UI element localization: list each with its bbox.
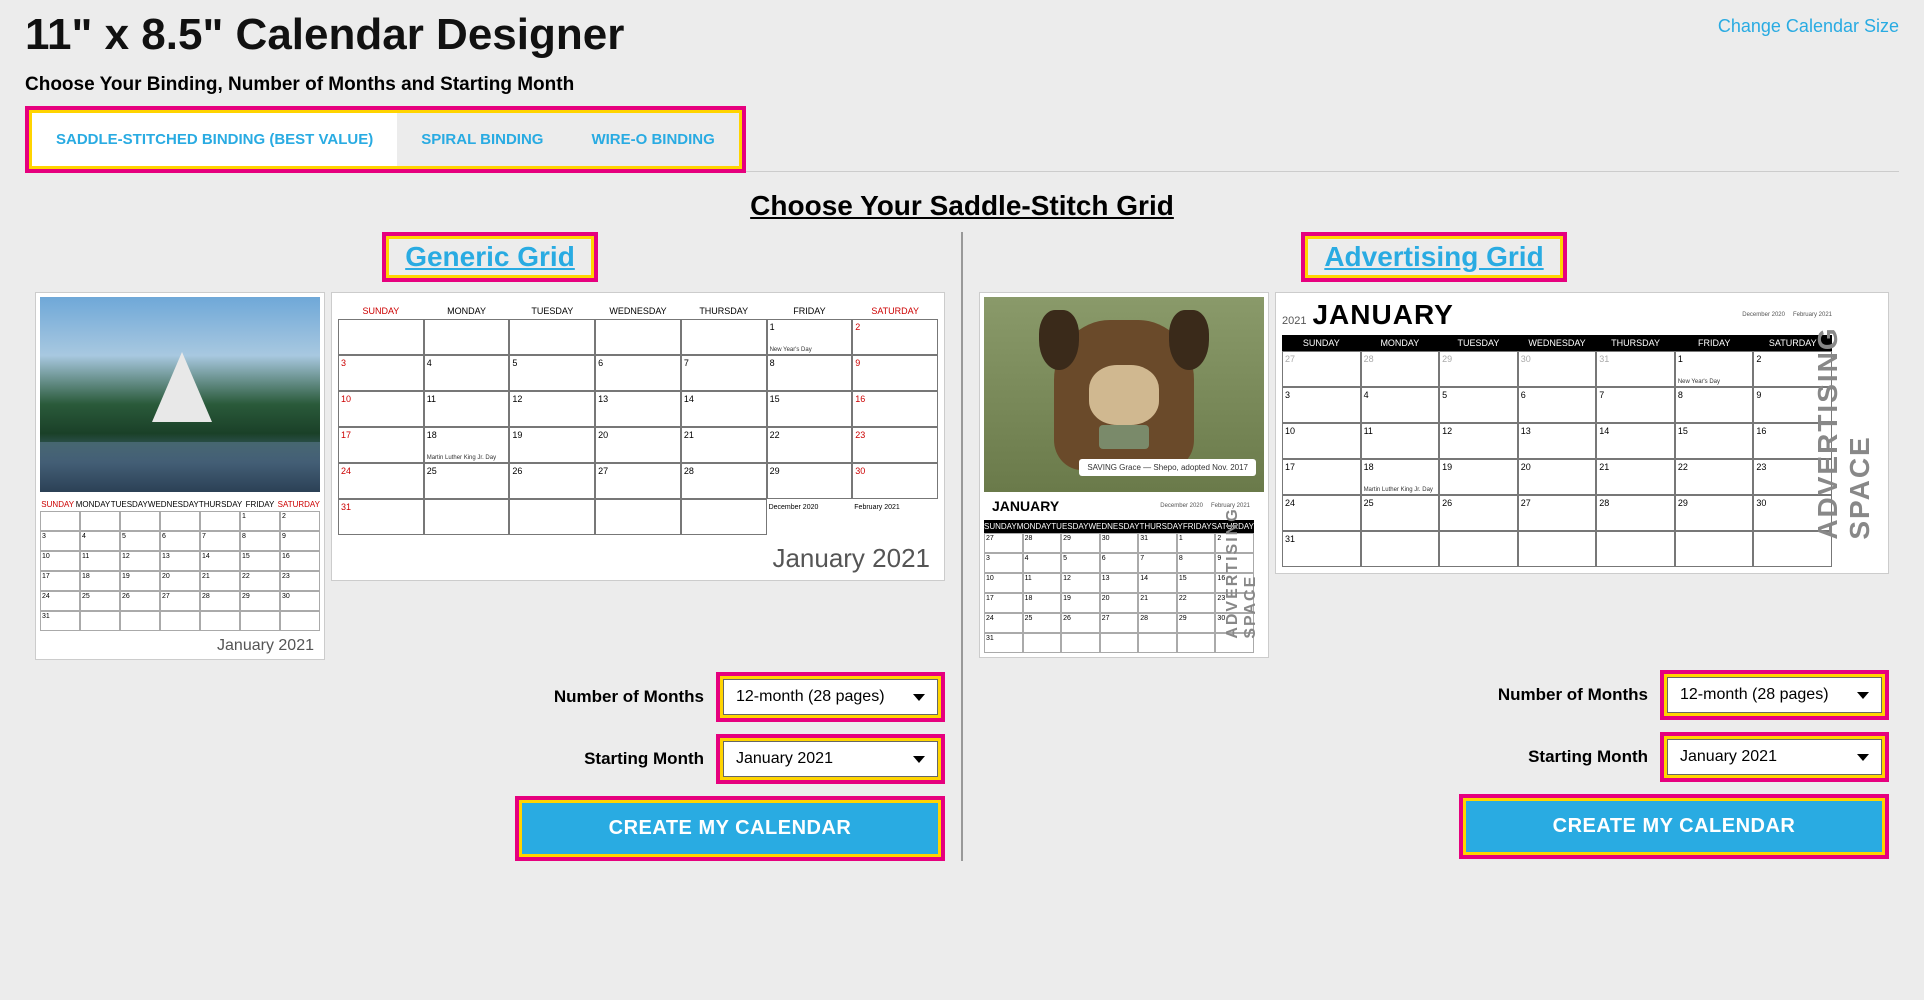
mini-month-label-black: JANUARY [988,494,1063,518]
start-month-select-adv[interactable]: January 2021 [1667,739,1882,775]
months-select[interactable]: 12-month (28 pages) [723,679,938,715]
mini-month-label: January 2021 [40,637,320,655]
start-month-select-highlight: January 2021 [716,734,945,784]
start-month-value: January 2021 [1680,748,1777,766]
months-select-adv[interactable]: 12-month (28 pages) [1667,677,1882,713]
mini-cal-grid-adv: 272829303112 3456789 10111213141516 1718… [984,533,1254,653]
day-header: SUNDAY [984,520,1017,533]
create-button-highlight: CREATE MY CALENDAR [515,796,945,861]
mountain-photo [40,297,320,492]
advertising-grid-column: Advertising Grid SAVING Grace — Shepo, a… [969,232,1899,861]
prev-month-tiny: December 2020 [1160,503,1203,509]
large-cal-grid-adv: 27282930311New Year's Day2 3456789 10111… [1282,351,1832,567]
ad-space-label-large: ADVERTISING SPACE [1812,326,1876,539]
months-select-value: 12-month (28 pages) [1680,686,1829,704]
day-header: SUNDAY [1282,335,1361,351]
day-header: WEDNESDAY [595,303,681,319]
day-header: MONDAY [1361,335,1440,351]
create-calendar-button-adv[interactable]: CREATE MY CALENDAR [1466,801,1882,852]
day-header: SUNDAY [338,303,424,319]
generic-grid-link[interactable]: Generic Grid [389,239,591,275]
day-header: THURSDAY [681,303,767,319]
caret-down-icon [1857,754,1869,761]
start-month-select-highlight: January 2021 [1660,732,1889,782]
grid-section-title: Choose Your Saddle-Stitch Grid [25,190,1899,222]
months-select-value: 12-month (28 pages) [736,688,885,706]
start-month-label: Starting Month [1528,747,1648,767]
generic-large-preview: SUNDAY MONDAY TUESDAY WEDNESDAY THURSDAY… [331,292,945,581]
day-header: MONDAY [1017,520,1052,533]
day-header: TUESDAY [509,303,595,319]
tab-saddle-stitched[interactable]: SADDLE-STITCHED BINDING (BEST VALUE) [32,113,397,166]
dog-photo: SAVING Grace — Shepo, adopted Nov. 2017 [984,297,1264,492]
large-cal-grid: 1New Year's Day2 3456789 10111213141516 … [338,319,938,535]
months-label: Number of Months [554,687,704,707]
generic-grid-column: Generic Grid SUNDAY MONDAY TUESDAY WEDNE… [25,232,955,861]
day-header: THURSDAY [1139,520,1182,533]
create-button-highlight: CREATE MY CALENDAR [1459,794,1889,859]
day-header: WEDNESDAY [148,498,199,511]
day-header: FRIDAY [242,498,277,511]
day-header: FRIDAY [767,303,853,319]
day-header: MONDAY [424,303,510,319]
day-header: THURSDAY [1596,335,1675,351]
tab-wireo[interactable]: WIRE-O BINDING [567,113,738,166]
months-label: Number of Months [1498,685,1648,705]
day-header: THURSDAY [199,498,242,511]
caret-down-icon [913,694,925,701]
next-month-tiny: February 2021 [1793,312,1832,318]
saving-grace-badge: SAVING Grace — Shepo, adopted Nov. 2017 [1079,459,1256,476]
column-divider [961,232,963,861]
day-header: TUESDAY [1439,335,1518,351]
advertising-grid-title-highlight: Advertising Grid [1301,232,1566,282]
mini-cal-grid: 12 3456789 10111213141516 17181920212223… [40,511,320,631]
change-size-link[interactable]: Change Calendar Size [1718,16,1899,37]
binding-tabs-highlight: SADDLE-STITCHED BINDING (BEST VALUE) SPI… [25,106,746,173]
caret-down-icon [913,756,925,763]
day-header: MONDAY [75,498,110,511]
day-header: WEDNESDAY [1518,335,1597,351]
day-header: SATURDAY [852,303,938,319]
day-header: FRIDAY [1675,335,1754,351]
day-header: TUESDAY [111,498,148,511]
advertising-grid-link[interactable]: Advertising Grid [1308,239,1559,275]
year-label: 2021 [1282,315,1306,327]
large-month-black: JANUARY [1312,299,1453,331]
caret-down-icon [1857,692,1869,699]
day-header: FRIDAY [1183,520,1212,533]
advertising-small-preview: SAVING Grace — Shepo, adopted Nov. 2017 … [979,292,1269,658]
start-month-value: January 2021 [736,750,833,768]
advertising-large-preview: 2021 JANUARY December 2020 February 2021… [1275,292,1889,574]
prev-month-tiny: December 2020 [1742,312,1785,318]
page-title: 11" x 8.5" Calendar Designer [25,10,624,60]
create-calendar-button[interactable]: CREATE MY CALENDAR [522,803,938,854]
instructions-subtitle: Choose Your Binding, Number of Months an… [25,74,1899,96]
start-month-select[interactable]: January 2021 [723,741,938,777]
day-header: WEDNESDAY [1088,520,1139,533]
day-header: SUNDAY [40,498,75,511]
generic-grid-title-highlight: Generic Grid [382,232,598,282]
day-header: SATURDAY [278,498,320,511]
ad-space-label-small: ADVERTISING SPACE [1224,507,1260,638]
binding-tabs: SADDLE-STITCHED BINDING (BEST VALUE) SPI… [32,113,739,166]
large-month-label: January 2021 [338,543,938,574]
start-month-label: Starting Month [584,749,704,769]
months-select-highlight: 12-month (28 pages) [1660,670,1889,720]
months-select-highlight: 12-month (28 pages) [716,672,945,722]
tab-spiral[interactable]: SPIRAL BINDING [397,113,567,166]
generic-small-preview: SUNDAY MONDAY TUESDAY WEDNESDAY THURSDAY… [35,292,325,660]
day-header: TUESDAY [1051,520,1088,533]
